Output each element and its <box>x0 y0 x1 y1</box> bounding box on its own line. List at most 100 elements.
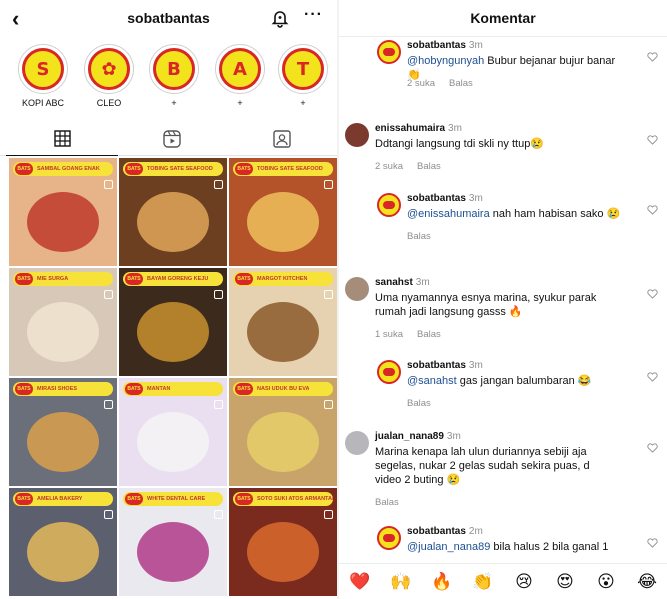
post-thumbnail[interactable]: BATS WHITE DENTAL CARE <box>119 488 227 596</box>
heart-icon[interactable] <box>647 52 658 62</box>
comment-author[interactable]: sobatbantas <box>407 193 466 204</box>
reel-icon <box>324 180 333 189</box>
heart-icon[interactable] <box>647 205 658 215</box>
comment-username[interactable]: sobatbantas 2m <box>407 526 483 537</box>
reply-button[interactable]: Balas <box>407 398 431 409</box>
bell-plus-icon[interactable] <box>270 8 290 28</box>
comment-text: Ddtangi langsung tdi skli ny ttup😢 <box>375 137 615 151</box>
comment-body: Uma nyamannya esnya marina, syukur parak… <box>375 292 597 318</box>
story-highlights: S KOPI ABC ✿ CLEO B + A + T + <box>0 44 337 114</box>
comment-author[interactable]: sobatbantas <box>407 40 466 51</box>
comment-username[interactable]: enissahumaira 3m <box>375 123 462 134</box>
post-thumbnail[interactable]: BATS AMELIA BAKERY <box>9 488 117 596</box>
story-highlight[interactable]: S KOPI ABC <box>15 44 71 108</box>
reel-icon <box>104 180 113 189</box>
post-thumbnail[interactable]: BATS MARGOT KITCHEN <box>229 268 337 376</box>
emoji-reaction-button[interactable]: ❤️ <box>349 572 371 592</box>
comment-username[interactable]: jualan_nana89 3m <box>375 431 461 442</box>
avatar[interactable] <box>377 193 401 217</box>
heart-icon[interactable] <box>647 538 658 548</box>
post-thumbnail[interactable]: BATS TOBING SATE SEAFOOD <box>229 158 337 266</box>
reply-button[interactable]: Balas <box>407 231 431 242</box>
avatar[interactable] <box>377 360 401 384</box>
comment-body: gas jangan balumbaran 😂 <box>456 375 592 387</box>
comment-username[interactable]: sobatbantas 3m <box>407 40 483 51</box>
brand-logo: BATS <box>125 163 143 175</box>
post-thumbnail[interactable]: BATS NASI UDUK BU EVA <box>229 378 337 486</box>
emoji-reaction-button[interactable]: 😍 <box>554 572 576 592</box>
avatar[interactable] <box>377 526 401 550</box>
comment-time: 3m <box>446 431 461 442</box>
story-highlight[interactable]: A + <box>212 44 268 108</box>
post-title: AMELIA BAKERY <box>37 496 83 502</box>
comment-mention[interactable]: @jualan_nana89 <box>407 541 490 553</box>
comment-mention[interactable]: @hobyngunyah <box>407 55 484 67</box>
tab-reels[interactable] <box>116 130 228 156</box>
reply-button[interactable]: Balas <box>375 497 399 508</box>
post-banner: BATS MARGOT KITCHEN <box>233 272 333 286</box>
like-count[interactable]: 2 suka <box>407 78 435 89</box>
brand-logo <box>383 368 395 376</box>
comment-author[interactable]: enissahumaira <box>375 123 445 134</box>
emoji-reaction-button[interactable]: 👏 <box>472 572 494 592</box>
reply-button[interactable]: Balas <box>417 329 441 340</box>
brand-logo: BATS <box>15 273 33 285</box>
avatar[interactable] <box>345 123 369 147</box>
story-highlight[interactable]: B + <box>146 44 202 108</box>
post-thumbnail[interactable]: BATS SOTO SUKI ATOS ARMANTAN <box>229 488 337 596</box>
brand-logo: BATS <box>235 383 253 395</box>
post-thumbnail[interactable]: BATS MIRASI SHOES <box>9 378 117 486</box>
emoji-reaction-button[interactable]: 🔥 <box>431 572 453 592</box>
emoji-reaction-button[interactable]: 😂 <box>636 572 658 592</box>
brand-logo: BATS <box>125 493 143 505</box>
highlight-label: + <box>171 98 177 108</box>
comment-author[interactable]: sobatbantas <box>407 360 466 371</box>
like-count[interactable]: 1 suka <box>375 329 403 340</box>
avatar[interactable] <box>345 277 369 301</box>
comment-mention[interactable]: @enissahumaira <box>407 208 490 220</box>
comment-author[interactable]: jualan_nana89 <box>375 431 444 442</box>
post-thumbnail[interactable]: BATS SAMBAL GOANG ENAK <box>9 158 117 266</box>
post-image-subject <box>137 412 209 472</box>
comment-author[interactable]: sobatbantas <box>407 526 466 537</box>
comment-mention[interactable]: @sanahst <box>407 375 457 387</box>
reels-icon <box>163 130 181 148</box>
comment-meta: Balas <box>407 231 445 242</box>
comment-author[interactable]: sanahst <box>375 277 413 288</box>
story-highlight[interactable]: ✿ CLEO <box>81 44 137 108</box>
reply-button[interactable]: Balas <box>417 161 441 172</box>
heart-icon[interactable] <box>647 372 658 382</box>
header-divider <box>339 36 667 37</box>
post-banner: BATS SAMBAL GOANG ENAK <box>13 162 113 176</box>
post-image-subject <box>27 412 99 472</box>
highlight-ring: B <box>149 44 199 94</box>
post-banner: BATS MANTAN <box>123 382 223 396</box>
emoji-reaction-button[interactable]: 🙌 <box>390 572 412 592</box>
comment-username[interactable]: sobatbantas 3m <box>407 193 483 204</box>
reel-icon <box>324 510 333 519</box>
comment-username[interactable]: sobatbantas 3m <box>407 360 483 371</box>
post-thumbnail[interactable]: BATS MIE SURGA <box>9 268 117 376</box>
heart-icon[interactable] <box>647 289 658 299</box>
story-highlight[interactable]: T + <box>275 44 331 108</box>
more-horizontal-icon[interactable]: ··· <box>304 6 323 24</box>
profile-panel: ‹ sobatbantas ··· S KOPI ABC ✿ CLEO B + A + T + <box>0 0 337 599</box>
post-thumbnail[interactable]: BATS TOBING SATE SEAFOOD <box>119 158 227 266</box>
post-banner: BATS MIRASI SHOES <box>13 382 113 396</box>
emoji-reaction-button[interactable]: 😮 <box>595 572 617 592</box>
tab-grid[interactable] <box>6 130 118 156</box>
heart-icon[interactable] <box>647 443 658 453</box>
post-image-subject <box>137 522 209 582</box>
like-count[interactable]: 2 suka <box>375 161 403 172</box>
emoji-reaction-button[interactable]: 😢 <box>513 572 535 592</box>
post-title: NASI UDUK BU EVA <box>257 386 310 392</box>
avatar[interactable] <box>377 40 401 64</box>
post-image-subject <box>247 412 319 472</box>
tab-tagged[interactable] <box>226 130 337 156</box>
post-thumbnail[interactable]: BATS BAYAM GORENG KEJU <box>119 268 227 376</box>
post-thumbnail[interactable]: BATS MANTAN <box>119 378 227 486</box>
reply-button[interactable]: Balas <box>449 78 473 89</box>
avatar[interactable] <box>345 431 369 455</box>
comment-username[interactable]: sanahst 3m <box>375 277 430 288</box>
heart-icon[interactable] <box>647 135 658 145</box>
